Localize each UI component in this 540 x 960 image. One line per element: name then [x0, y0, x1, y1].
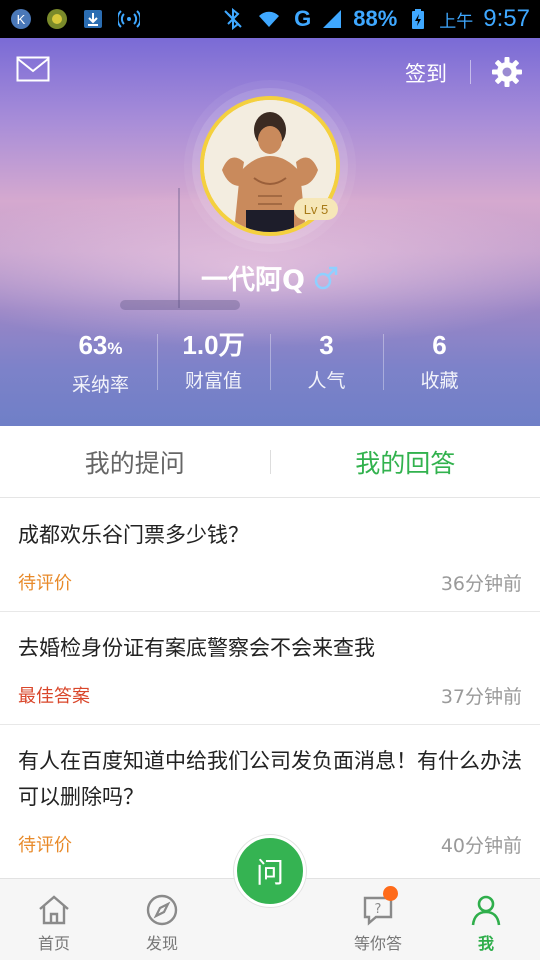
nav-me[interactable]: 我 — [432, 879, 540, 960]
svg-text:?: ? — [375, 902, 382, 917]
bluetooth-off-icon — [224, 8, 242, 30]
ask-question-button[interactable]: 问 — [234, 835, 306, 907]
am-pm: 上午 — [439, 11, 474, 31]
nav-label: 等你答 — [353, 934, 402, 953]
compass-icon — [146, 894, 178, 926]
notification-dot — [383, 886, 398, 901]
tab-my-answers[interactable]: 我的回答 — [271, 444, 540, 480]
nav-label: 首页 — [37, 934, 70, 953]
stat-label: 收藏 — [420, 370, 459, 392]
question-title: 去婚检身份证有案底警察会不会来查我 — [18, 636, 375, 660]
nav-label: 我 — [477, 934, 494, 953]
question-status: 待评价 — [18, 835, 72, 856]
svg-text:K: K — [17, 12, 26, 27]
username-row: 一代阿Q — [0, 258, 540, 297]
stat-label: 财富值 — [184, 370, 242, 392]
network-type: G — [294, 6, 312, 31]
hotspot-icon — [118, 10, 140, 28]
level-badge: Lv 5 — [294, 198, 338, 220]
nav-waiting-answers[interactable]: ? 等你答 — [324, 879, 432, 960]
header-divider — [470, 60, 471, 84]
stat-adoption-rate[interactable]: 63% 采纳率 — [44, 328, 157, 398]
download-icon — [84, 10, 102, 28]
question-time: 36分钟前 — [440, 572, 522, 595]
home-icon — [39, 895, 69, 925]
nav-label: 发现 — [145, 934, 178, 953]
question-status: 最佳答案 — [18, 686, 90, 707]
boat-hull — [120, 300, 240, 310]
list-item[interactable]: 成都欢乐谷门票多少钱？ 待评价 36分钟前 — [0, 499, 540, 612]
profile-header: 签到 Lv 5 一代阿Q 63% 采纳率 1.0万 财富值 3 人气 6 收藏 — [0, 38, 540, 426]
stat-label: 采纳率 — [71, 374, 129, 396]
question-time: 37分钟前 — [440, 685, 522, 708]
stat-value: 3 — [319, 330, 334, 360]
stat-popularity[interactable]: 3 人气 — [270, 328, 383, 398]
stat-favorites[interactable]: 6 收藏 — [383, 328, 496, 398]
k-app-icon: K — [11, 9, 31, 29]
male-gender-icon — [314, 266, 338, 289]
clock: 9:57 — [483, 5, 530, 32]
stat-wealth[interactable]: 1.0万 财富值 — [157, 328, 270, 398]
checkin-button[interactable]: 签到 — [405, 58, 447, 88]
question-title: 有人在百度知道中给我们公司发负面消息！有什么办法可以删除吗？ — [18, 749, 522, 809]
nav-home[interactable]: 首页 — [0, 879, 108, 960]
stat-value: 1.0万 — [182, 330, 245, 360]
battery-charging-icon — [412, 9, 425, 29]
question-time: 40分钟前 — [440, 834, 522, 857]
signal-icon — [323, 10, 342, 28]
wifi-icon — [259, 11, 280, 27]
stat-value: 6 — [432, 330, 447, 360]
settings-gear-icon[interactable] — [491, 56, 523, 88]
user-icon — [471, 895, 501, 926]
tab-bar: 我的提问 我的回答 — [0, 426, 540, 498]
status-bar: K G 88% 上午 9:57 — [0, 0, 540, 38]
stat-unit: % — [107, 339, 123, 358]
tab-my-questions[interactable]: 我的提问 — [0, 444, 270, 480]
game-app-icon — [47, 9, 67, 29]
mail-icon[interactable] — [16, 56, 50, 82]
answer-list: 成都欢乐谷门票多少钱？ 待评价 36分钟前 去婚检身份证有案底警察会不会来查我 … — [0, 499, 540, 873]
battery-percent: 88% — [353, 6, 398, 31]
list-item[interactable]: 去婚检身份证有案底警察会不会来查我 最佳答案 37分钟前 — [0, 612, 540, 725]
stat-value: 63 — [78, 330, 108, 360]
question-status: 待评价 — [18, 573, 72, 594]
nav-discover[interactable]: 发现 — [108, 879, 216, 960]
stat-label: 人气 — [307, 370, 346, 392]
stats-row: 63% 采纳率 1.0万 财富值 3 人气 6 收藏 — [44, 328, 496, 398]
question-title: 成都欢乐谷门票多少钱？ — [18, 523, 249, 547]
username: 一代阿Q — [201, 265, 305, 296]
